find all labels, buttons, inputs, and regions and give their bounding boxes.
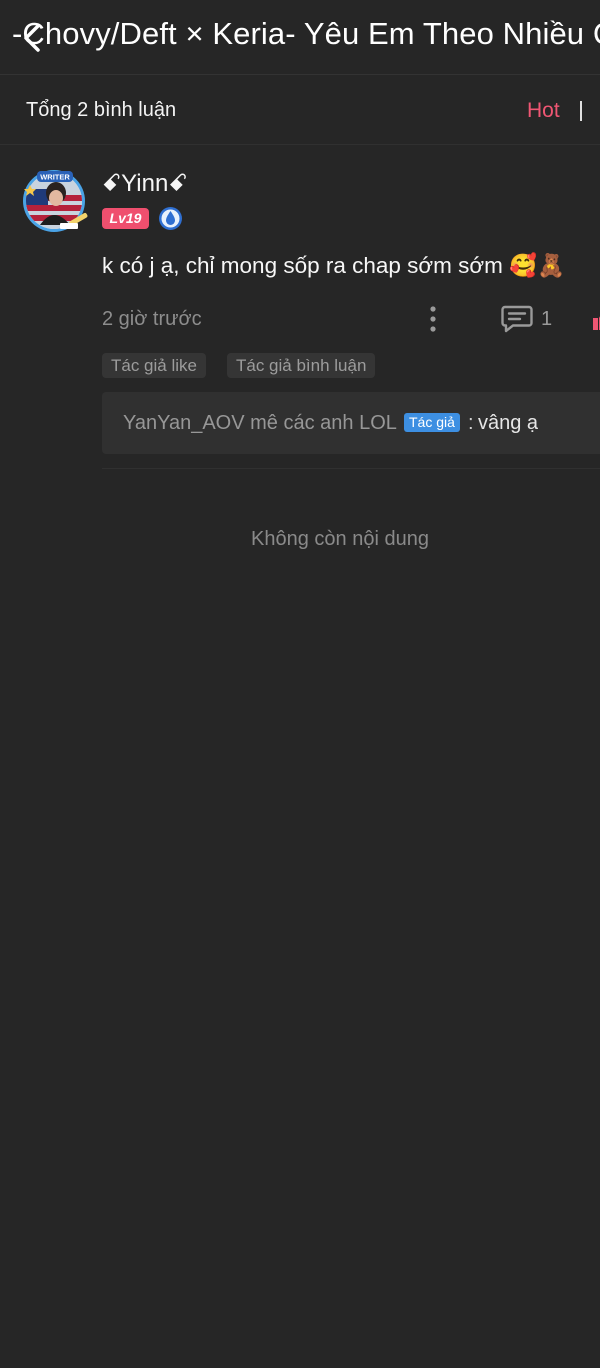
writer-avatar[interactable]: WRITER [20, 165, 92, 233]
reply-bubble-icon[interactable] [500, 304, 534, 334]
author-replied-tag: Tác giả bình luận [227, 353, 376, 378]
divider [102, 468, 600, 469]
author-badge: Tác giả [404, 413, 460, 432]
like-icon[interactable] [590, 308, 600, 332]
comment-timestamp: 2 giờ trước [102, 308, 202, 330]
comments-header: Tổng 2 bình luận Hot [0, 75, 600, 145]
story-title: -Chovy/Deft × Keria- Yêu Em Theo Nhiều C [12, 16, 600, 51]
top-header: -Chovy/Deft × Keria- Yêu Em Theo Nhiều C [0, 0, 600, 75]
reply-author[interactable]: YanYan_AOV mê các anh LOL [123, 412, 397, 435]
reply-separator: : [468, 412, 474, 434]
svg-text:WRITER: WRITER [40, 173, 70, 182]
reply-preview[interactable]: YanYan_AOV mê các anh LOL Tác giả : vâng… [102, 392, 600, 454]
sort-hot-tab[interactable]: Hot [527, 99, 560, 123]
more-options-icon[interactable] [424, 305, 442, 333]
author-liked-tag: Tác giả like [102, 353, 206, 378]
comment-count-label: Tổng 2 bình luận [26, 99, 177, 121]
water-drop-badge-icon [159, 207, 182, 230]
sort-divider [580, 101, 582, 121]
end-of-content-message: Không còn nội dung [251, 528, 429, 550]
reply-count: 1 [541, 308, 553, 330]
level-badge: Lv19 [102, 208, 149, 229]
comment-text: k có j ạ, chỉ mong sốp ra chap sớm sớm 🥰… [102, 253, 566, 278]
username[interactable]: ꗃYinnꗃ [102, 170, 188, 198]
reply-text: vâng ạ [478, 412, 539, 434]
chevron-left-icon[interactable] [20, 20, 44, 56]
